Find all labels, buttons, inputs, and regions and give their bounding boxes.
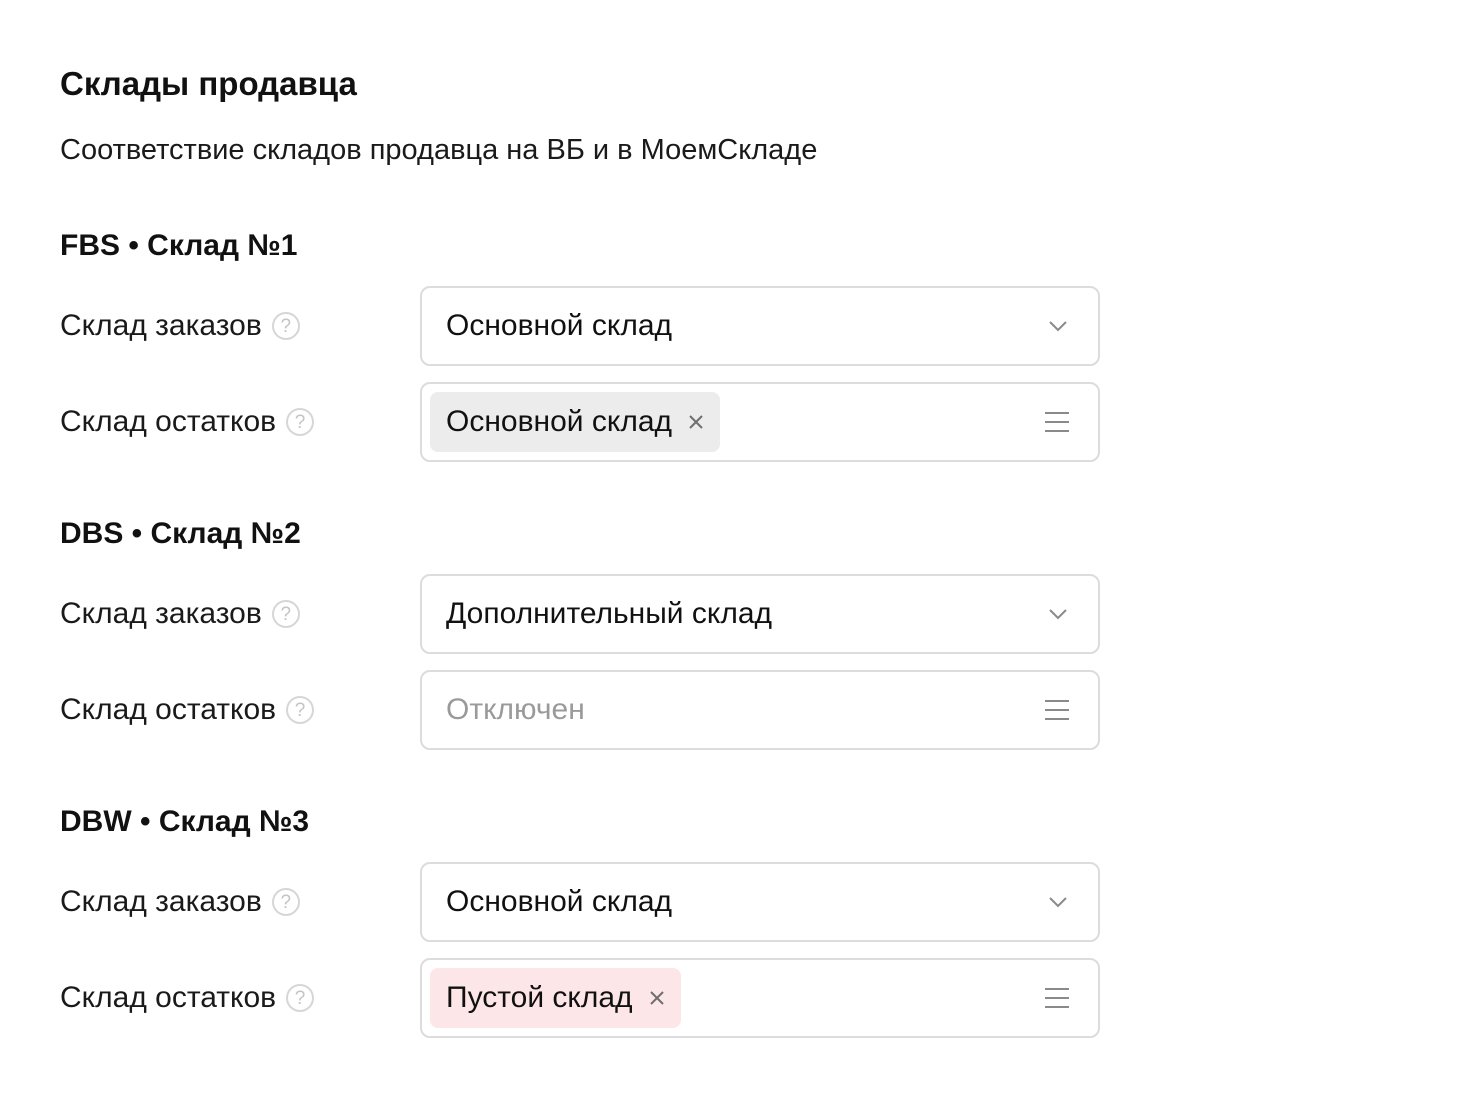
help-icon[interactable]: ? (286, 408, 315, 436)
orders-warehouse-label: Склад заказов (60, 885, 262, 918)
chevron-down-icon (1049, 897, 1067, 908)
orders-warehouse-select[interactable]: Основной склад (420, 286, 1100, 366)
stock-warehouse-label-wrap: Склад остатков ? (60, 958, 315, 1038)
section-title: FBS • Склад №1 (60, 229, 298, 262)
orders-warehouse-label-wrap: Склад заказов ? (60, 286, 300, 366)
section-title: DBS • Склад №2 (60, 517, 301, 550)
page-title: Склады продавца (60, 65, 357, 102)
warehouse-tag: Основной склад (430, 392, 721, 452)
orders-warehouse-label-wrap: Склад заказов ? (60, 574, 300, 654)
orders-warehouse-row: Склад заказов ? Основной склад (60, 286, 1100, 366)
stock-warehouse-multiselect[interactable]: Пустой склад (420, 958, 1100, 1038)
stock-warehouse-label-wrap: Склад остатков ? (60, 670, 315, 750)
help-icon[interactable]: ? (286, 984, 315, 1012)
warehouse-tag-error: Пустой склад (430, 968, 681, 1028)
chevron-down-icon (1049, 321, 1067, 332)
stock-warehouse-label: Склад остатков (60, 405, 277, 438)
selected-value: Основной склад (446, 309, 673, 342)
help-icon[interactable]: ? (286, 696, 315, 724)
chevron-down-icon (1049, 609, 1067, 620)
help-icon[interactable]: ? (271, 312, 300, 340)
orders-warehouse-label: Склад заказов (60, 597, 262, 630)
orders-warehouse-row: Склад заказов ? Дополнительный склад (60, 574, 1100, 654)
list-menu-icon[interactable] (1044, 699, 1070, 721)
selected-value: Основной склад (446, 885, 673, 918)
page-subtitle: Соответствие складов продавца на ВБ и в … (60, 134, 818, 166)
list-menu-icon[interactable] (1044, 411, 1070, 433)
stock-warehouse-multiselect[interactable]: Отключен (420, 670, 1100, 750)
orders-warehouse-select[interactable]: Основной склад (420, 862, 1100, 942)
selected-value: Дополнительный склад (446, 597, 773, 630)
close-icon[interactable] (645, 986, 669, 1010)
orders-warehouse-label: Склад заказов (60, 309, 262, 342)
stock-warehouse-label: Склад остатков (60, 693, 277, 726)
list-menu-icon[interactable] (1044, 987, 1070, 1009)
orders-warehouse-select[interactable]: Дополнительный склад (420, 574, 1100, 654)
stock-warehouse-row: Склад остатков ? Основной склад (60, 382, 1100, 462)
stock-warehouse-multiselect[interactable]: Основной склад (420, 382, 1100, 462)
stock-warehouse-label: Склад остатков (60, 981, 277, 1014)
help-icon[interactable]: ? (271, 600, 300, 628)
help-icon[interactable]: ? (271, 888, 300, 916)
section-title: DBW • Склад №3 (60, 805, 310, 838)
orders-warehouse-row: Склад заказов ? Основной склад (60, 862, 1100, 942)
stock-warehouse-row: Склад остатков ? Пустой склад (60, 958, 1100, 1038)
tag-label: Пустой склад (446, 981, 633, 1014)
multiselect-placeholder: Отключен (446, 693, 585, 726)
stock-warehouse-row: Склад остатков ? Отключен (60, 670, 1100, 750)
close-icon[interactable] (684, 410, 708, 434)
orders-warehouse-label-wrap: Склад заказов ? (60, 862, 300, 942)
stock-warehouse-label-wrap: Склад остатков ? (60, 382, 315, 462)
tag-label: Основной склад (446, 405, 673, 438)
